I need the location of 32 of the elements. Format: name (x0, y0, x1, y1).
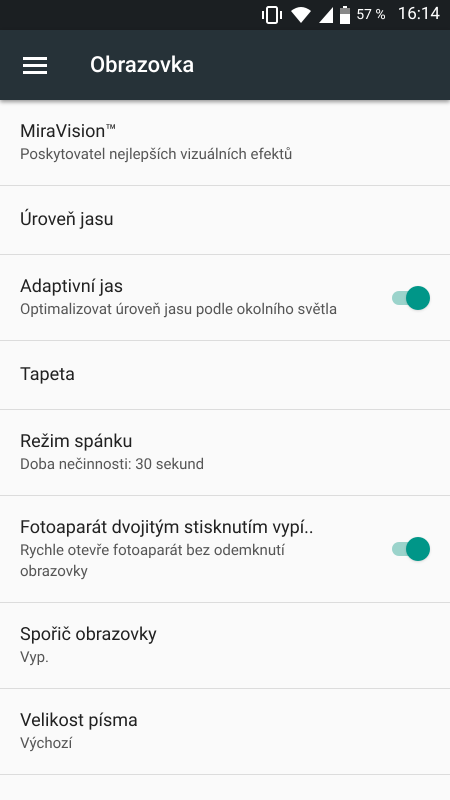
setting-item[interactable]: MiraVision™ Poskytovatel nejlepších vizuálních efektů (0, 100, 450, 186)
setting-item[interactable]: Úroveň jasu (0, 186, 450, 255)
setting-summary: Doba nečinnosti: 30 sekund (20, 454, 206, 475)
signal-icon (318, 6, 334, 24)
setting-summary: Poskytovatel nejlepších vizuálních efektů (20, 144, 294, 165)
setting-item[interactable]: Režim spánku Doba nečinnosti: 30 sekund (0, 410, 450, 496)
setting-title: MiraVision™ (20, 120, 118, 144)
setting-title: Spořič obrazovky (20, 623, 158, 647)
setting-title: Úroveň jasu (20, 208, 115, 232)
setting-summary: Výchozí (20, 733, 74, 754)
setting-item[interactable]: Tapeta (0, 341, 450, 410)
setting-title: Velikost písma (20, 709, 139, 733)
setting-title: Fotoaparát dvojitým stisknutím vypí.. (20, 516, 315, 540)
setting-summary: Optimalizovat úroveň jasu podle okolního světla (20, 299, 338, 320)
wifi-icon (290, 6, 312, 24)
setting-item[interactable]: Velikost písma Výchozí (0, 689, 450, 775)
setting-item[interactable]: Adaptivní jas Optimalizovat úroveň jasu podle okolního světla (0, 255, 450, 341)
screen-title: Obrazovka (90, 52, 194, 80)
toggle-switch[interactable] (390, 286, 430, 310)
setting-item[interactable]: Spořič obrazovky Vyp. (0, 603, 450, 689)
setting-summary: Rychle otevře fotoaparát bez odemknutí obrazovky (20, 540, 286, 582)
setting-summary: Vyp. (20, 647, 50, 668)
setting-title: Režim spánku (20, 430, 134, 454)
toggle-switch[interactable] (390, 537, 430, 561)
menu-icon (23, 56, 47, 74)
vibrate-icon (260, 6, 284, 24)
setting-title: Adaptivní jas (20, 275, 124, 299)
clock: 16:14 (398, 3, 440, 26)
battery-icon (340, 6, 350, 24)
setting-title: Tapeta (20, 363, 76, 387)
setting-item[interactable]: Fotoaparát dvojitým stisknutím vypí.. Rychle otevře fotoaparát bez odemknutí obrazovky (0, 496, 450, 603)
battery-level: 57 % (356, 6, 386, 24)
